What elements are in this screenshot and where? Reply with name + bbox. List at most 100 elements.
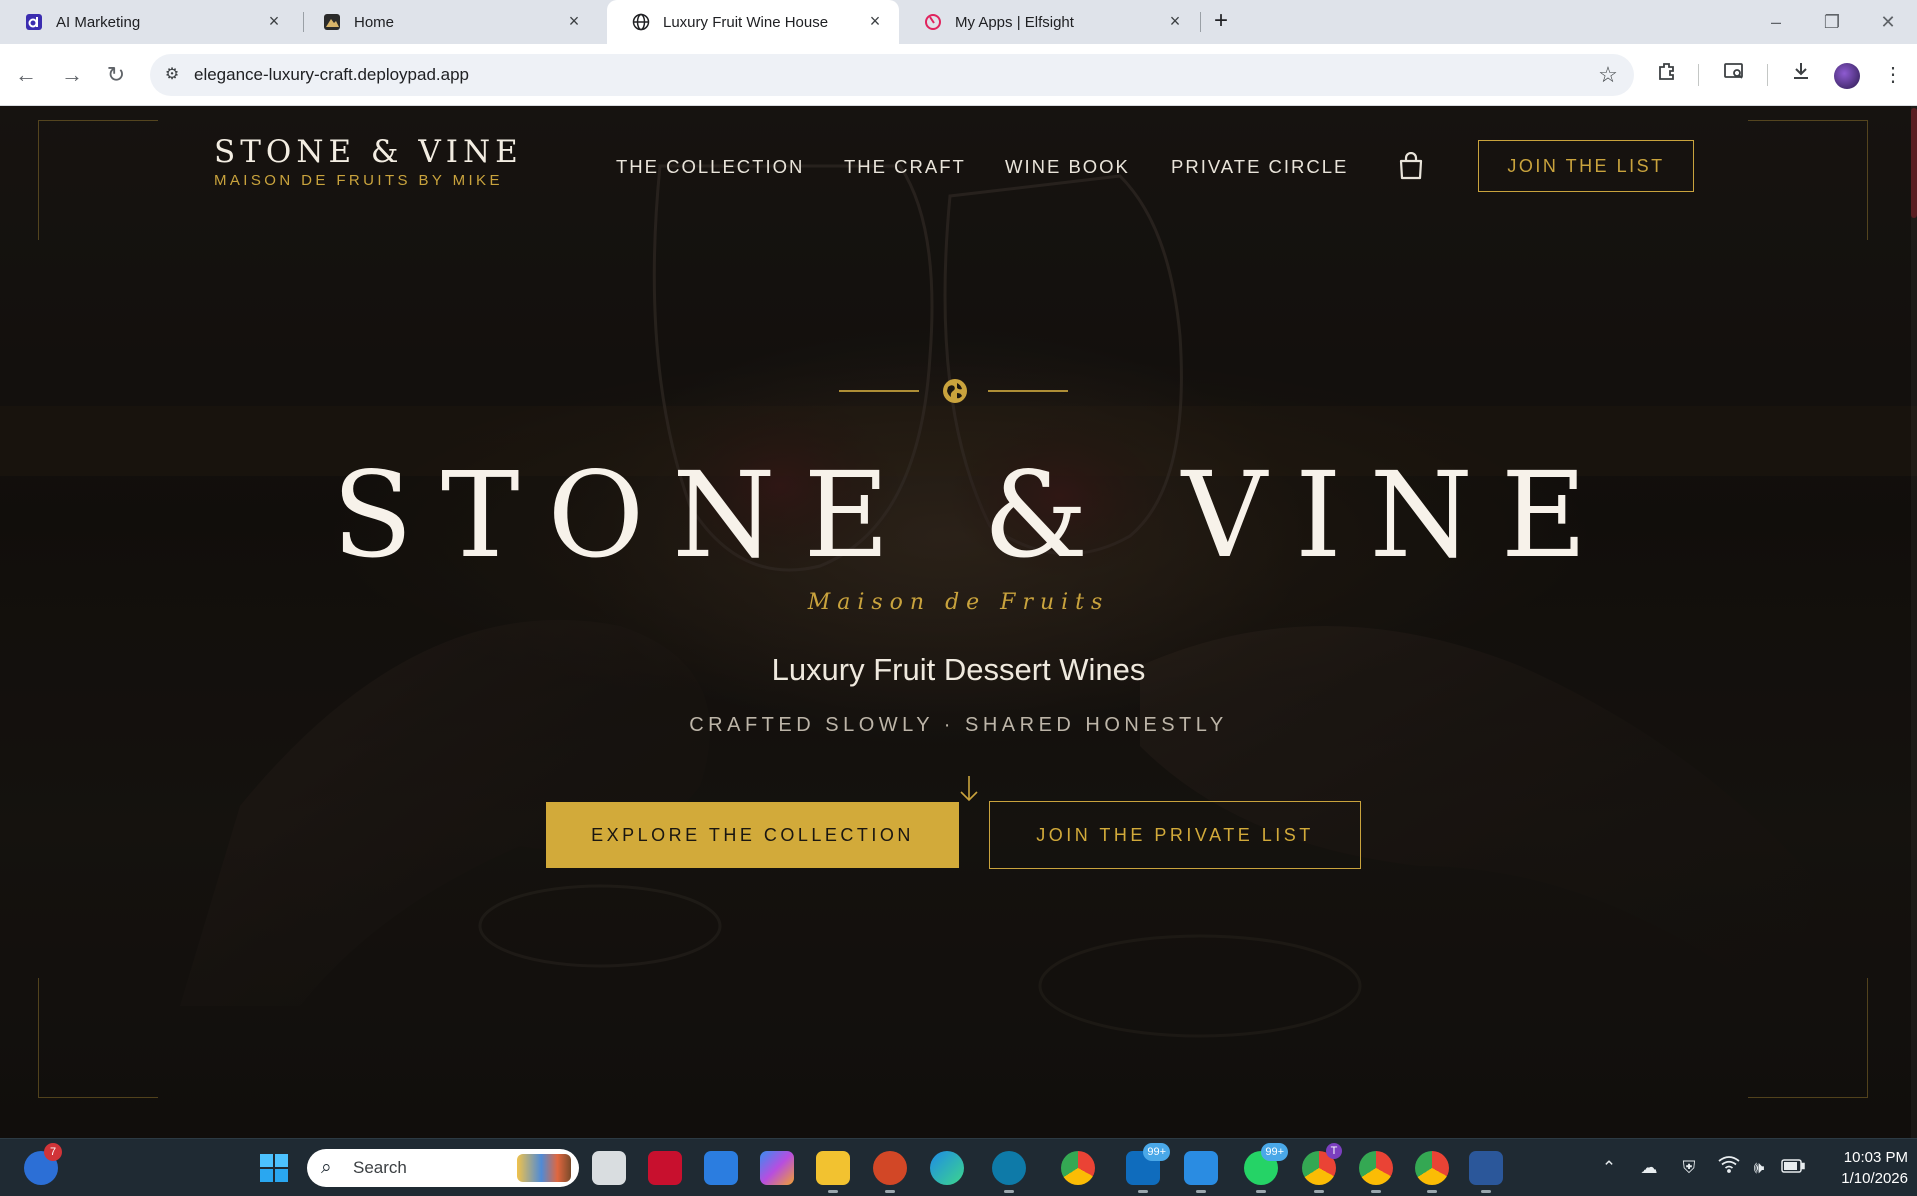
address-bar[interactable]: ⚙ elegance-luxury-craft.deploypad.app ☆ [150,54,1634,96]
tab-ai-marketing[interactable]: AI Marketing × [0,0,298,44]
close-tab-icon[interactable]: × [865,11,885,31]
windows-start-icon[interactable] [257,1151,291,1185]
url-text[interactable]: elegance-luxury-craft.deploypad.app [194,65,469,85]
d-logo-icon [24,12,44,32]
hero-script-subtitle: Maison de Fruits [807,590,1110,615]
site-info-icon[interactable]: ⚙ [160,63,184,87]
clock-time: 10:03 PM [1843,1149,1908,1166]
download-icon[interactable] [1786,60,1816,90]
security-icon[interactable]: ⛨ [1676,1155,1702,1181]
photos-icon[interactable] [1184,1151,1218,1193]
wave-app-icon[interactable] [992,1151,1026,1193]
whatsapp-icon[interactable]: 99+ [1244,1143,1288,1193]
toolbar-separator [1767,64,1768,86]
new-tab-button[interactable]: + [1207,8,1235,36]
notification-badge: 7 [44,1143,62,1161]
outlook-icon[interactable]: 99+ [1126,1143,1170,1193]
tab-elfsight[interactable]: My Apps | Elfsight × [899,0,1199,44]
join-private-list-button[interactable]: JOIN THE PRIVATE LIST [989,801,1361,869]
restore-icon[interactable]: ❐ [1817,8,1847,36]
extensions-icon[interactable] [1652,60,1682,90]
menu-dots-icon[interactable]: ⋮ [1878,60,1908,90]
corner-frame [1748,978,1868,1098]
hero-title: STONE & VINE [332,446,1615,584]
clock-date: 1/10/2026 [1841,1170,1908,1187]
toolbar-separator [1698,64,1699,86]
chat-icon[interactable]: 7 [24,1143,62,1185]
close-tab-icon[interactable]: × [264,11,284,31]
browser-tab-strip: AI Marketing × Home × Luxury Fruit Wine … [0,0,1917,44]
minimize-icon[interactable]: – [1761,8,1791,36]
nav-link-private-circle[interactable]: PRIVATE CIRCLE [1171,156,1348,178]
nav-link-craft[interactable]: THE CRAFT [844,156,966,178]
battery-icon[interactable] [1780,1155,1806,1181]
powerpoint-icon[interactable] [873,1151,907,1193]
notification-badge: 99+ [1261,1143,1288,1161]
word-icon[interactable] [1469,1151,1503,1193]
search-highlight-image [517,1154,571,1182]
chrome-profile-icon[interactable]: T [1302,1143,1342,1193]
hero-background-photo [0,106,1917,1138]
ornament-line-right [988,390,1068,392]
tab-home[interactable]: Home × [298,0,598,44]
tab-separator [1200,12,1201,32]
photos-preview-icon[interactable] [704,1151,738,1185]
ornament-line-left [839,390,919,392]
hero-subtitle: Luxury Fruit Dessert Wines [771,652,1146,687]
nav-link-wine-book[interactable]: WINE BOOK [1005,156,1130,178]
corner-frame [38,978,158,1098]
website-viewport: STONE & VINE MAISON DE FRUITS BY MIKE TH… [0,106,1917,1138]
shopping-bag-icon[interactable] [1398,152,1424,180]
search-icon: ⌕ [321,1157,332,1178]
onedrive-icon[interactable]: ☁ [1636,1155,1662,1181]
corner-frame [38,120,158,240]
brand-tagline: MAISON DE FRUITS BY MIKE [214,172,503,189]
wifi-icon[interactable] [1716,1155,1742,1181]
close-tab-icon[interactable]: × [1165,11,1185,31]
tab-title: My Apps | Elfsight [955,13,1074,31]
site-logo[interactable]: STONE & VINE MAISON DE FRUITS BY MIKE [214,134,523,189]
nav-link-collection[interactable]: THE COLLECTION [616,156,804,178]
mcafee-icon[interactable] [648,1151,682,1185]
task-view-icon[interactable] [592,1151,626,1185]
join-the-list-button[interactable]: JOIN THE LIST [1478,140,1694,192]
tab-search-icon[interactable] [1719,60,1749,90]
tab-title: AI Marketing [56,13,141,31]
brand-name: STONE & VINE [214,134,523,170]
elfsight-icon [923,12,943,32]
file-explorer-icon[interactable] [816,1151,850,1193]
volume-icon[interactable]: 🕪 [1746,1155,1772,1181]
taskbar-search-box[interactable]: ⌕ Search [307,1149,579,1187]
copilot-icon[interactable] [760,1151,794,1185]
chevron-up-icon[interactable]: ⌃ [1596,1155,1622,1181]
reload-icon[interactable]: ↻ [100,59,132,91]
mountain-photo-icon [322,12,342,32]
back-arrow-icon[interactable]: ← [10,59,42,91]
profile-badge: T [1326,1143,1342,1159]
scrollbar-thumb[interactable] [1911,108,1917,218]
chrome-profile-icon[interactable] [1359,1151,1393,1193]
explore-collection-button[interactable]: EXPLORE THE COLLECTION [546,802,959,868]
forward-arrow-icon[interactable]: → [56,59,88,91]
tab-title: Luxury Fruit Wine House [663,13,829,31]
chrome-profile-icon[interactable] [1415,1151,1449,1193]
globe-icon [631,12,651,32]
windows-taskbar: 7 ⌕ Search 99+ 99+ T ⌃ ☁ ⛨ 🕪 10:03 PM 1/… [0,1138,1917,1196]
browser-toolbar: ← → ↻ ⚙ elegance-luxury-craft.deploypad.… [0,44,1917,106]
close-window-icon[interactable]: ✕ [1873,8,1903,36]
close-tab-icon[interactable]: × [564,11,584,31]
globe-icon [943,379,967,403]
bookmark-star-icon[interactable]: ☆ [1596,63,1620,87]
notification-badge: 99+ [1143,1143,1170,1161]
corner-frame [1748,120,1868,240]
system-clock[interactable]: 10:03 PM 1/10/2026 [1822,1147,1908,1189]
page-scrollbar[interactable] [1911,106,1917,1138]
chrome-icon[interactable] [1061,1151,1095,1185]
search-label: Search [353,1158,407,1177]
edge-icon[interactable] [930,1151,964,1185]
scroll-down-arrow-icon[interactable] [958,774,980,804]
tab-luxury-fruit-wine-house[interactable]: Luxury Fruit Wine House × [607,0,899,44]
profile-avatar[interactable] [1834,63,1860,89]
hero-tagline: CRAFTED SLOWLY · SHARED HONESTLY [689,714,1228,736]
tab-title: Home [354,13,395,31]
